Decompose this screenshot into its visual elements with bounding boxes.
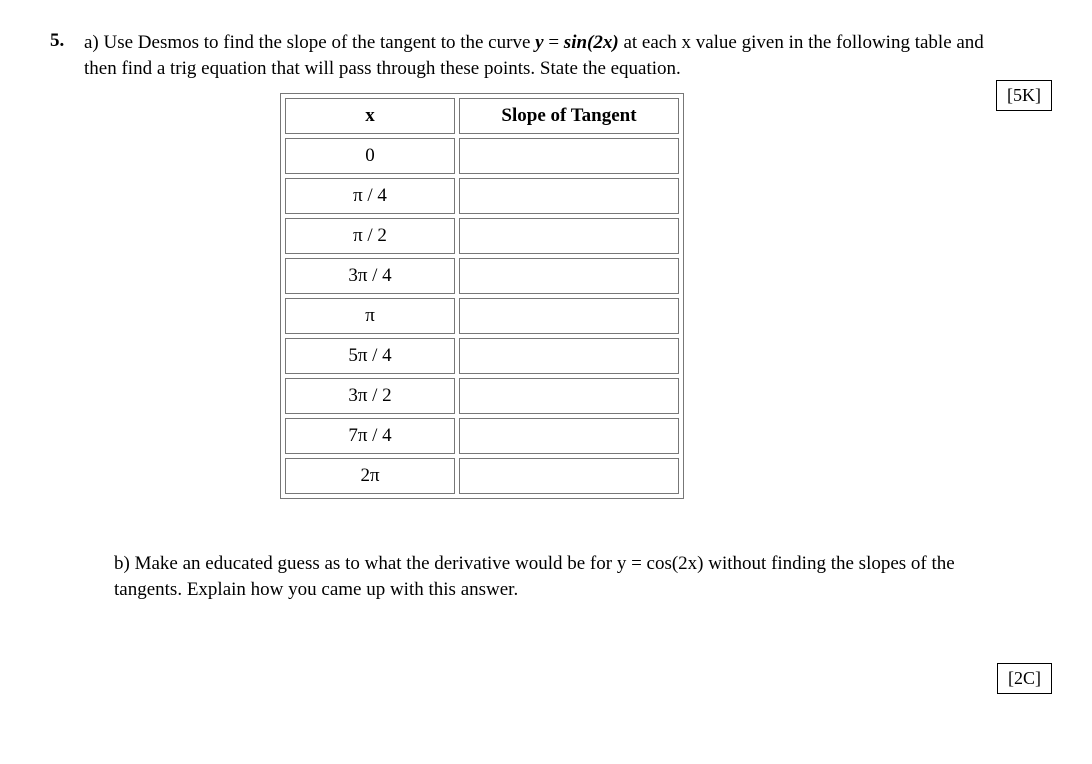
table-row: 3π / 2 [285,378,679,414]
table-header-x: x [285,98,455,134]
table-row: π / 2 [285,218,679,254]
part-b-text-prefix: b) Make an educated guess as to what the… [114,553,617,574]
table-cell-slope[interactable] [459,418,679,454]
table-cell-x: 0 [285,138,455,174]
table-cell-x: 2π [285,458,455,494]
table-row: 5π / 4 [285,338,679,374]
table-cell-slope[interactable] [459,178,679,214]
marks-badge-b: [2C] [997,663,1052,694]
table-cell-x: 3π / 4 [285,258,455,294]
question-part-a: a) Use Desmos to find the slope of the t… [84,30,1010,81]
table-cell-slope[interactable] [459,298,679,334]
part-b-eq-lhs: y [617,553,627,574]
part-a-eq-lhs: y [535,32,543,53]
table-cell-x: 7π / 4 [285,418,455,454]
table-cell-slope[interactable] [459,378,679,414]
question-part-b: b) Make an educated guess as to what the… [114,551,1014,602]
table-cell-slope[interactable] [459,258,679,294]
table-cell-x: 5π / 4 [285,338,455,374]
table-row: 7π / 4 [285,418,679,454]
marks-badge-a: [5K] [996,80,1052,111]
table-cell-slope[interactable] [459,138,679,174]
part-a-eq-eq: = [544,32,564,53]
table-row: π [285,298,679,334]
table-cell-slope[interactable] [459,338,679,374]
question-header: 5. a) Use Desmos to find the slope of th… [50,30,1010,81]
part-b-eq-eq: = [626,553,646,574]
table-cell-slope[interactable] [459,458,679,494]
table-header-slope: Slope of Tangent [459,98,679,134]
question-number: 5. [50,30,70,52]
table-cell-slope[interactable] [459,218,679,254]
table-cell-x: π / 2 [285,218,455,254]
table-row: 0 [285,138,679,174]
part-a-text-prefix: a) Use Desmos to find the slope of the t… [84,32,535,53]
slope-table: x Slope of Tangent 0 π / 4 π / 2 3π / 4 … [280,93,684,499]
table-cell-x: 3π / 2 [285,378,455,414]
table-row: 3π / 4 [285,258,679,294]
part-b-eq-rhs: cos(2x) [647,553,704,574]
table-row: π / 4 [285,178,679,214]
table-row: 2π [285,458,679,494]
table-cell-x: π / 4 [285,178,455,214]
table-cell-x: π [285,298,455,334]
table-container: x Slope of Tangent 0 π / 4 π / 2 3π / 4 … [280,93,1042,499]
part-a-eq-rhs: sin(2x) [564,32,619,53]
table-header-row: x Slope of Tangent [285,98,679,134]
